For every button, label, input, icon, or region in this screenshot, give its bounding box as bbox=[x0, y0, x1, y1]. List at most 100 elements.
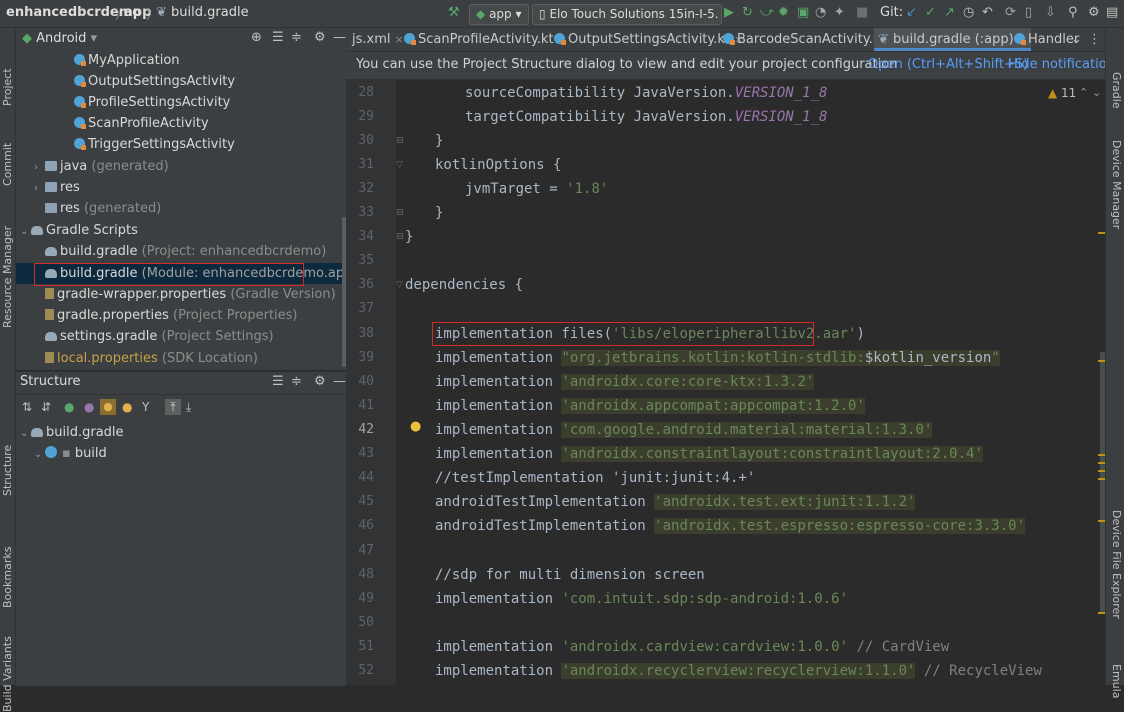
gear-icon[interactable]: ⚙ bbox=[314, 374, 326, 389]
tab-output-settings-activity[interactable]: OutputSettingsActivity.kt × bbox=[554, 28, 743, 51]
run-icon[interactable]: ▶ bbox=[724, 5, 734, 21]
tree-item-selected[interactable]: build.gradle (Module: enhancedbcrdemo.ap… bbox=[45, 263, 357, 284]
method-icon bbox=[45, 446, 57, 458]
code-comment: // RecycleView bbox=[915, 663, 1042, 679]
tab-handler[interactable]: Handler bbox=[1014, 28, 1079, 51]
code-constant: VERSION_1_8 bbox=[734, 85, 828, 101]
tree-item[interactable]: OutputSettingsActivity bbox=[74, 71, 235, 92]
hammer-icon[interactable]: ⚒ bbox=[448, 5, 460, 21]
git-label: Git: bbox=[880, 5, 904, 20]
tool-window-build-variants[interactable]: Build Variants bbox=[1, 636, 14, 712]
notification-banner: You can use the Project Structure dialog… bbox=[346, 52, 1115, 80]
sdk-manager-icon[interactable]: ⇩ bbox=[1045, 5, 1056, 21]
tab-scan-profile-activity[interactable]: ScanProfileActivity.kt× bbox=[404, 28, 567, 51]
fold-icon[interactable]: ⊟ bbox=[396, 136, 404, 146]
tree-item[interactable]: gradle.properties (Project Properties) bbox=[45, 305, 298, 326]
open-project-structure-link[interactable]: Open (Ctrl+Alt+Shift+S) bbox=[868, 57, 1028, 72]
debug-icon[interactable]: ✹ bbox=[778, 5, 789, 21]
tree-item[interactable]: › java (generated) bbox=[34, 156, 169, 177]
collapse-all-icon[interactable]: ≑ bbox=[291, 30, 302, 45]
tool-window-resource-manager[interactable]: Resource Manager bbox=[1, 226, 14, 328]
code-line: implementation 'androidx.constraintlayou… bbox=[435, 442, 983, 466]
show-non-public-icon[interactable]: ● bbox=[100, 399, 116, 415]
minimize-icon[interactable]: — bbox=[333, 30, 346, 45]
structure-root[interactable]: ⌄ build.gradle bbox=[20, 422, 124, 443]
tool-window-bookmarks[interactable]: Bookmarks bbox=[1, 547, 14, 608]
stop-icon[interactable]: ■ bbox=[856, 5, 868, 21]
chevron-up-icon[interactable]: ⌃ bbox=[1079, 86, 1088, 99]
minimize-icon[interactable]: — bbox=[333, 374, 346, 389]
tab-barcode-scan-activity[interactable]: BarcodeScanActivity.kt× bbox=[723, 28, 899, 51]
chevron-down-icon: ⌄ bbox=[20, 226, 29, 237]
tree-item[interactable]: local.properties (SDK Location) bbox=[45, 348, 258, 369]
close-icon[interactable]: × bbox=[395, 33, 404, 46]
tab-js-xml[interactable]: js.xml × bbox=[352, 28, 404, 51]
tree-item[interactable]: res (generated) bbox=[45, 198, 161, 219]
apply-changes-icon[interactable]: ↻ bbox=[742, 5, 753, 21]
profile-icon[interactable]: ◔ bbox=[815, 5, 826, 21]
fold-icon[interactable]: ▽ bbox=[396, 160, 403, 170]
git-commit-icon[interactable]: ✓ bbox=[925, 5, 936, 21]
tree-item[interactable]: ScanProfileActivity bbox=[74, 113, 209, 134]
tool-window-emulator[interactable]: Emula bbox=[1110, 664, 1123, 698]
layout-icon[interactable]: ▤ bbox=[1106, 5, 1118, 21]
project-view-select[interactable]: ◆ Android ▾ bbox=[22, 30, 97, 48]
expand-all-icon[interactable]: ☰ bbox=[272, 374, 284, 389]
target-icon[interactable]: ⊕ bbox=[251, 30, 262, 45]
git-push-icon[interactable]: ↗ bbox=[944, 5, 955, 21]
show-lambdas-icon[interactable]: ● bbox=[122, 400, 132, 414]
tool-window-commit[interactable]: Commit bbox=[1, 143, 14, 186]
tool-window-device-manager[interactable]: Device Manager bbox=[1110, 140, 1123, 229]
fold-icon[interactable]: ⊟ bbox=[396, 208, 404, 218]
fold-icon[interactable]: ⊟ bbox=[396, 232, 404, 242]
hide-notification-link[interactable]: Hide notification bbox=[1008, 57, 1115, 72]
show-properties-icon[interactable]: ● bbox=[84, 400, 94, 414]
tree-item[interactable]: build.gradle (Project: enhancedbcrdemo) bbox=[45, 241, 326, 262]
device-manager-icon[interactable]: ▯ bbox=[1025, 5, 1032, 21]
tool-window-gradle[interactable]: Gradle bbox=[1110, 72, 1123, 109]
tool-window-device-file-explorer[interactable]: Device File Explorer bbox=[1110, 510, 1123, 619]
lightbulb-icon[interactable]: ● bbox=[410, 419, 421, 434]
code-line: androidTestImplementation 'androidx.test… bbox=[435, 514, 1026, 538]
tree-item[interactable]: MyApplication bbox=[74, 50, 180, 71]
collapse-all-icon[interactable]: ≑ bbox=[291, 374, 302, 389]
tree-item[interactable]: settings.gradle (Project Settings) bbox=[45, 326, 274, 347]
rollback-icon[interactable]: ↶ bbox=[982, 5, 993, 21]
sync-gradle-icon[interactable]: ⟳ bbox=[1005, 5, 1016, 21]
fold-icon[interactable]: ▽ bbox=[396, 280, 403, 290]
tool-window-structure[interactable]: Structure bbox=[1, 445, 14, 496]
tool-window-project[interactable]: Project bbox=[1, 68, 14, 106]
filter-icon[interactable]: Y bbox=[142, 400, 149, 414]
structure-child[interactable]: ⌄ ▪ build bbox=[34, 443, 107, 464]
tree-item-hint: (Project Settings) bbox=[161, 329, 274, 344]
warning-icon[interactable]: ▲ bbox=[1048, 86, 1057, 100]
more-tabs-icon[interactable]: ⋮ bbox=[1088, 28, 1101, 51]
breadcrumb-file[interactable]: ❦ build.gradle bbox=[156, 5, 249, 20]
search-icon[interactable]: ⚲ bbox=[1068, 5, 1078, 21]
tree-item[interactable]: gradle-wrapper.properties (Gradle Versio… bbox=[45, 284, 336, 305]
sort-alpha-icon[interactable]: ⇅ bbox=[22, 400, 32, 414]
settings-icon[interactable]: ⚙ bbox=[1088, 5, 1100, 21]
warnings-count[interactable]: 11 bbox=[1061, 86, 1076, 100]
device-icon: ▯ bbox=[539, 7, 546, 21]
autoscroll-to-source-icon[interactable]: ⤒ bbox=[165, 399, 181, 415]
chevron-down-icon[interactable]: ⌄ bbox=[1092, 86, 1101, 99]
chevron-down-icon[interactable]: ⌄ bbox=[1071, 28, 1082, 51]
autoscroll-from-source-icon[interactable]: ⤓ bbox=[186, 400, 191, 415]
apply-code-changes-icon[interactable]: ⤻ bbox=[760, 5, 774, 21]
sort-visibility-icon[interactable]: ⇵ bbox=[41, 400, 51, 414]
device-select[interactable]: ▯ Elo Touch Solutions 15in-I-5. bbox=[532, 4, 722, 25]
expand-all-icon[interactable]: ☰ bbox=[272, 30, 284, 45]
tree-item[interactable]: › res bbox=[34, 177, 80, 198]
coverage-icon[interactable]: ▣ bbox=[797, 5, 809, 21]
run-config-select[interactable]: ◆ app ▾ bbox=[469, 4, 529, 25]
tree-item[interactable]: TriggerSettingsActivity bbox=[74, 134, 235, 155]
show-fields-icon[interactable]: ● bbox=[64, 400, 74, 414]
tree-item[interactable]: ⌄ Gradle Scripts bbox=[20, 220, 138, 241]
gear-icon[interactable]: ⚙ bbox=[314, 30, 326, 45]
history-icon[interactable]: ◷ bbox=[963, 5, 974, 21]
tree-item[interactable]: ProfileSettingsActivity bbox=[74, 92, 230, 113]
attach-debugger-icon[interactable]: ✦ bbox=[834, 5, 845, 21]
git-update-icon[interactable]: ↙ bbox=[906, 5, 917, 21]
tab-build-gradle-app[interactable]: ❦ build.gradle (:app)× bbox=[874, 28, 1031, 51]
